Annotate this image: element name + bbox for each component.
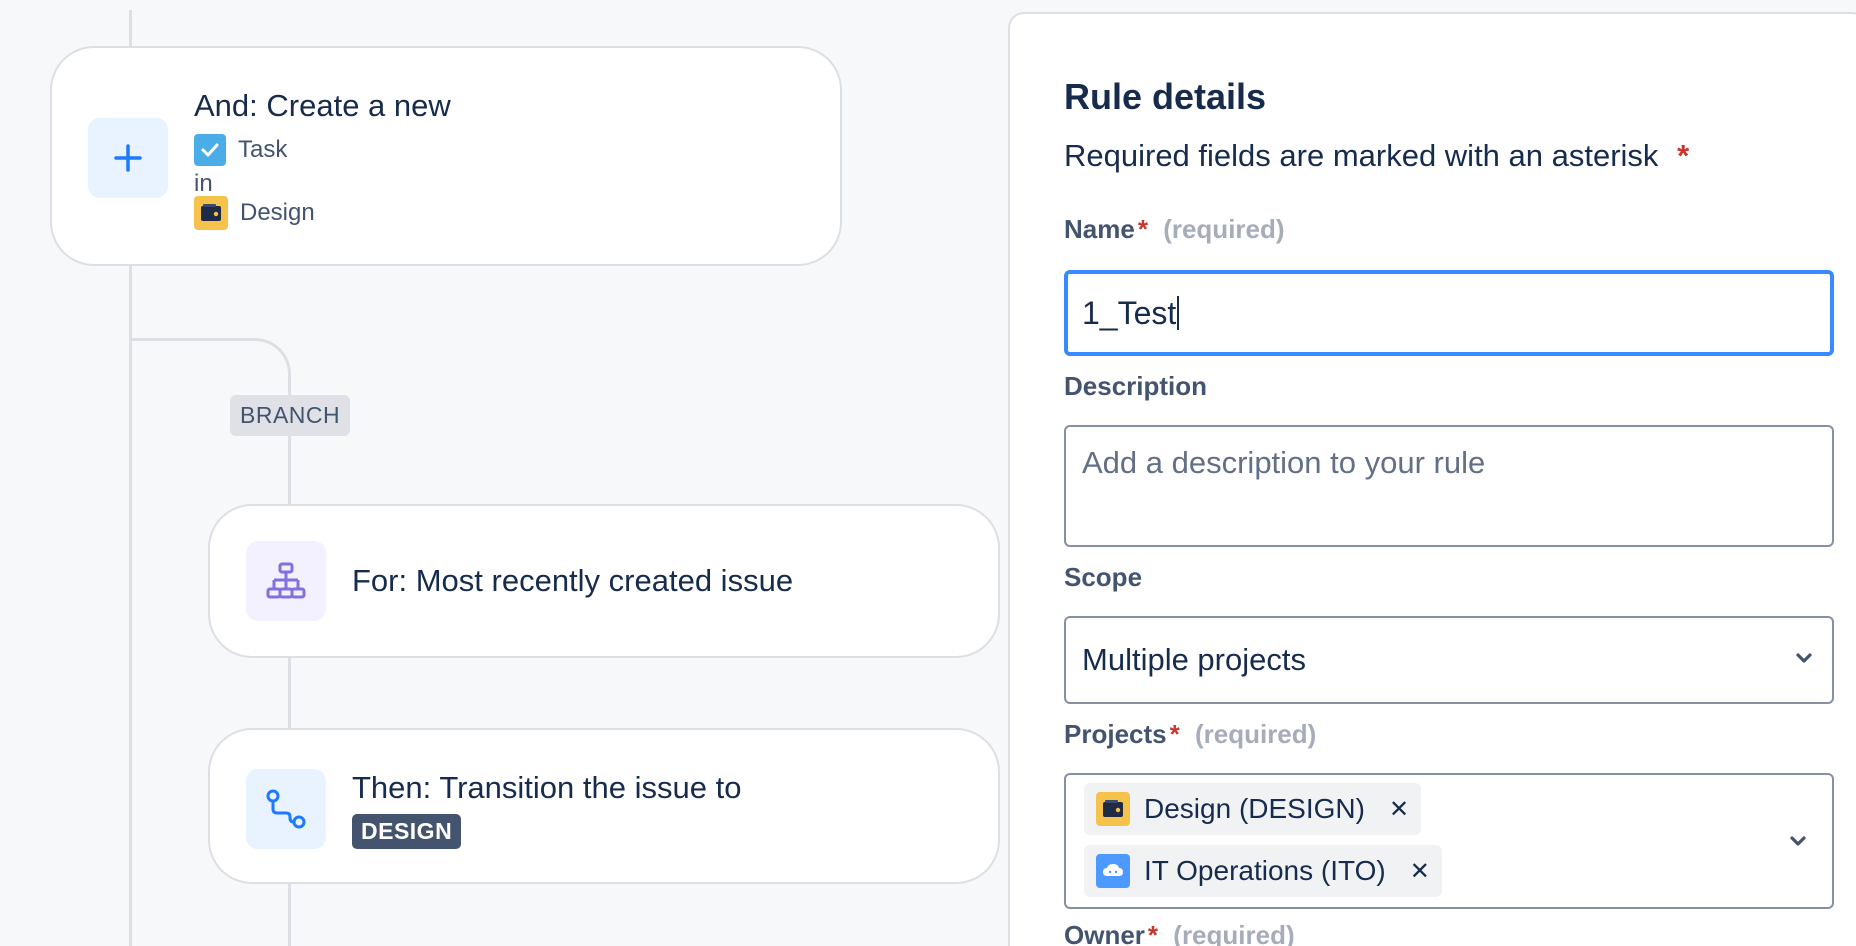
projects-required-asterisk: * [1169,719,1180,749]
remove-tag-icon[interactable]: ✕ [1389,795,1409,824]
required-note-text: Required fields are marked with an aster… [1064,138,1659,173]
project-line: Design [194,196,315,230]
scope-label: Scope [1064,562,1143,592]
design-project-icon [194,196,228,230]
projects-required-hint: (required) [1194,719,1317,749]
action-card-title: And: Create a new [194,88,451,123]
for-card-title: For: Most recently created issue [352,563,794,598]
flow-connector-branch-elbow [129,338,291,398]
owner-label: Owner * (required) [1064,920,1295,946]
flow-connector-branch-1 [288,436,291,506]
required-fields-note: Required fields are marked with an aster… [1064,138,1689,174]
description-textarea[interactable]: Add a description to your rule [1064,425,1834,547]
project-tag-label: Design (DESIGN) [1144,793,1365,824]
status-lozenge: DESIGN [352,814,462,849]
in-label: in [194,170,213,197]
transition-action-card[interactable]: Then: Transition the issue to DESIGN [208,728,1000,884]
rule-details-panel: Rule details Required fields are marked … [1008,12,1856,946]
panel-title: Rule details [1064,76,1267,117]
for-branch-card[interactable]: For: Most recently created issue [208,504,1000,658]
issue-type-line: Task [194,134,287,166]
projects-multiselect[interactable]: Design (DESIGN) ✕ IT Operations (ITO) ✕ [1064,773,1834,909]
scope-value: Multiple projects [1082,642,1306,677]
projects-label: Projects * (required) [1064,719,1316,750]
chevron-down-icon [1786,829,1810,858]
description-label: Description [1064,371,1208,401]
branch-badge: BRANCH [230,395,351,436]
hierarchy-icon [246,541,326,621]
project-tag-ito: IT Operations (ITO) ✕ [1084,845,1442,897]
status-lozenge-wrap: DESIGN [352,814,462,849]
name-required-hint: (required) [1163,214,1285,244]
flow-connector-branch-3 [288,884,291,946]
project-tag-design: Design (DESIGN) ✕ [1084,783,1422,835]
then-card-title: Then: Transition the issue to [352,770,742,805]
name-label-text: Name [1064,214,1135,244]
required-asterisk: * [1677,138,1690,173]
task-checkbox-icon [194,134,226,166]
owner-required-asterisk: * [1147,920,1159,946]
plus-icon [88,118,168,198]
projects-label-text: Projects [1064,719,1167,749]
project-label: Design [240,199,315,226]
rule-name-value: 1_Test [1082,294,1177,331]
remove-tag-icon[interactable]: ✕ [1410,857,1430,886]
it-operations-project-icon [1096,854,1130,888]
transition-icon [246,769,326,849]
name-label: Name * (required) [1064,214,1285,245]
project-tag-label: IT Operations (ITO) [1144,855,1386,886]
chevron-down-icon [1792,642,1816,678]
rule-name-input[interactable]: 1_Test [1064,270,1834,356]
description-placeholder: Add a description to your rule [1082,445,1486,480]
flow-connector-branch-2 [288,658,291,730]
text-caret [1177,296,1180,330]
design-project-icon [1096,792,1130,826]
owner-label-text: Owner [1064,920,1145,946]
owner-required-hint: (required) [1173,920,1295,946]
issue-type-label: Task [238,136,288,163]
flow-connector-main-top [129,10,132,48]
create-issue-action-card[interactable]: And: Create a new Task in Design [50,46,842,266]
name-required-asterisk: * [1137,214,1148,244]
scope-select[interactable]: Multiple projects [1064,616,1834,704]
